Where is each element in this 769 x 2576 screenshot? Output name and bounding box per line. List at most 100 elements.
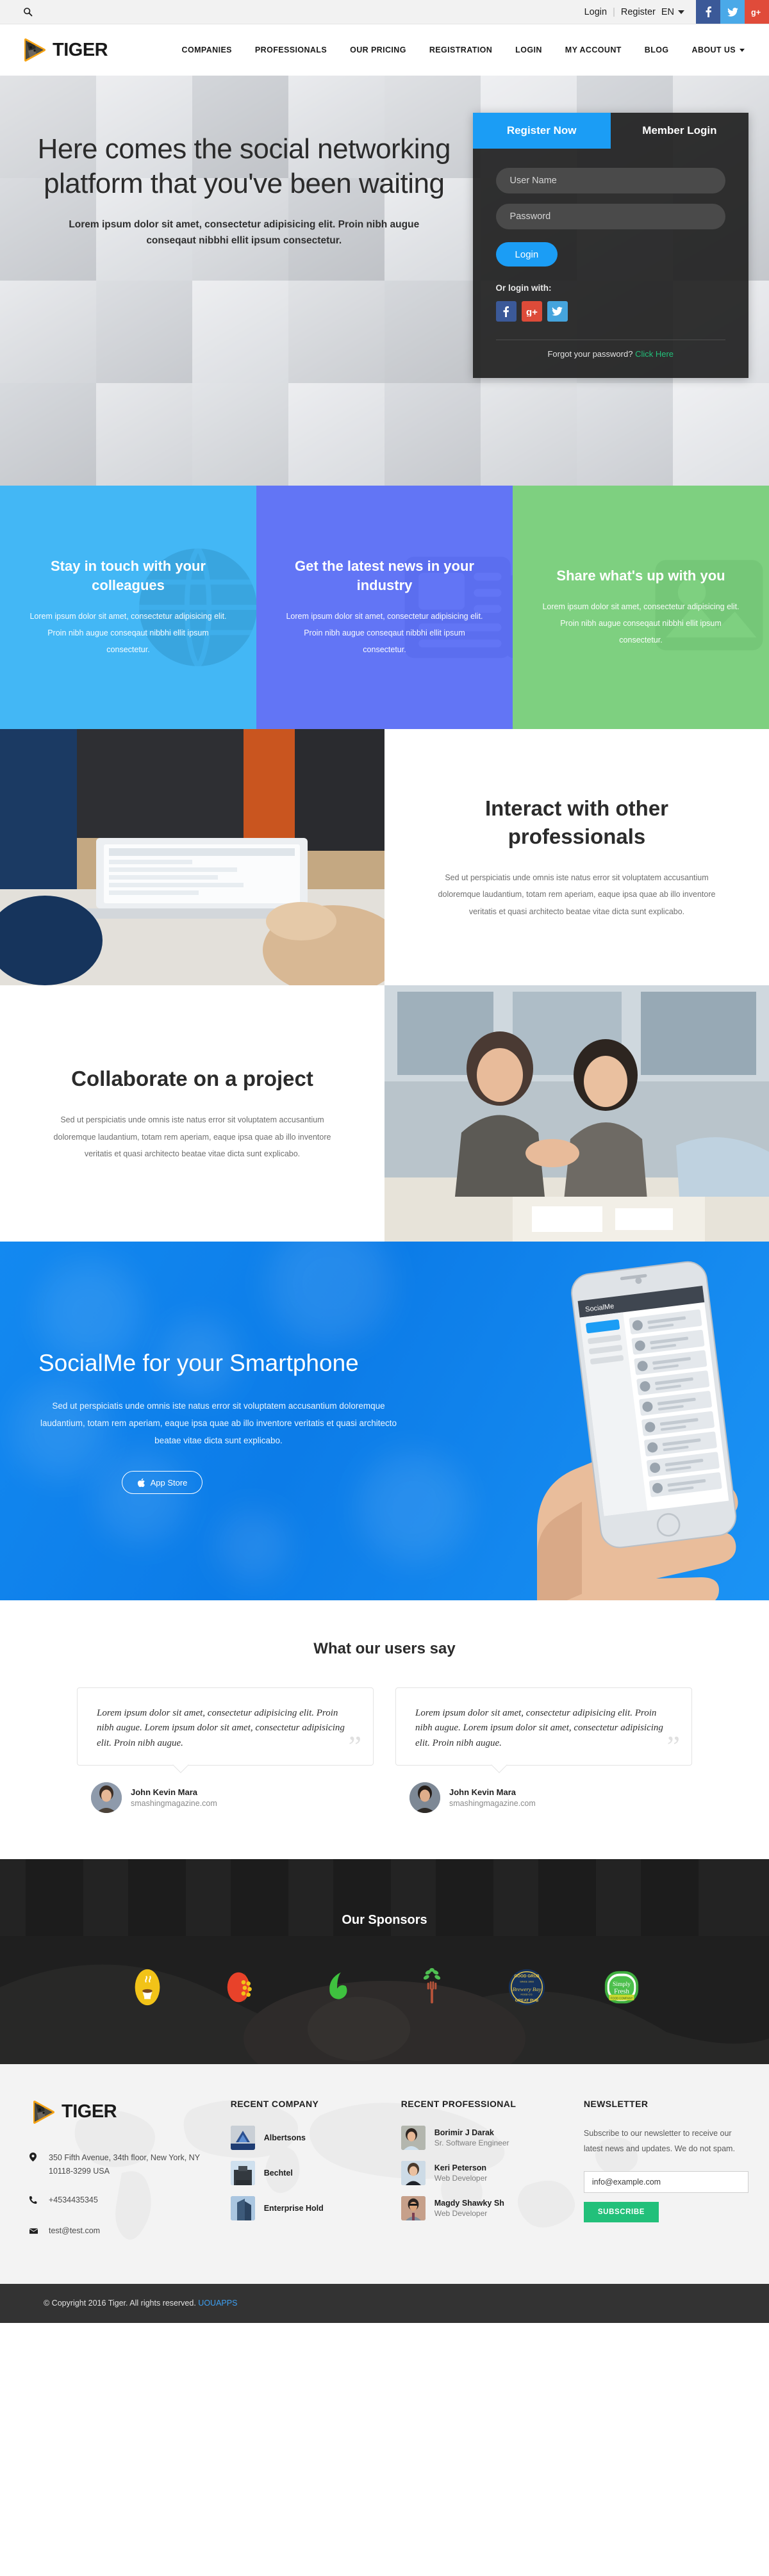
testimonial-card: Lorem ipsum dolor sit amet, consectetur … <box>77 1687 374 1813</box>
register-link[interactable]: Register <box>621 7 656 17</box>
red-honeycomb-logo[interactable] <box>222 1967 262 2007</box>
svg-text:g+: g+ <box>751 8 761 17</box>
testimonial-site: smashingmagazine.com <box>449 1798 536 1808</box>
logo-text: TIGER <box>53 39 108 60</box>
list-item[interactable]: Magdy Shawky Sh Web Developer <box>401 2195 566 2220</box>
newsletter-description: Subscribe to our newsletter to receive o… <box>583 2128 735 2154</box>
hero-section: Here comes the social networking platfor… <box>0 76 769 486</box>
twitter-icon[interactable] <box>720 0 745 24</box>
login-social-buttons: g+ <box>495 301 725 322</box>
sponsors-logo-row: GOOD GRUB SINCE 1993 Brewery Bay FOOD CO… <box>0 1967 769 2007</box>
app-title: SocialMe for your Smartphone <box>38 1349 359 1376</box>
app-body: Sed ut perspiciatis unde omnis iste natu… <box>40 1401 397 1446</box>
testimonial-bubble: Lorem ipsum dolor sit amet, consectetur … <box>77 1687 374 1766</box>
chevron-down-icon <box>678 10 684 14</box>
subscribe-button[interactable]: SUBSCRIBE <box>583 2201 659 2222</box>
simply-fresh-logo[interactable]: Simply Fresh FOOD COMPANY <box>602 1967 641 2007</box>
site-header: TIGER COMPANIES PROFESSIONALS OUR PRICIN… <box>0 24 769 76</box>
phone-icon <box>29 2194 38 2208</box>
login-button[interactable]: Login <box>495 242 558 267</box>
professional-name: Borimir J Darak <box>434 2128 494 2137</box>
uouapps-link[interactable]: UOUAPPS <box>198 2299 237 2308</box>
nav-item-our-pricing[interactable]: OUR PRICING <box>350 45 406 54</box>
testimonials-row: Lorem ipsum dolor sit amet, consectetur … <box>77 1687 692 1813</box>
footer-email-row: test@test.com <box>29 2224 213 2239</box>
footer-column-brand: TIGER 350 Fifth Avenue, 34th floor, New … <box>29 2099 213 2254</box>
facebook-icon[interactable] <box>495 301 517 322</box>
googleplus-icon[interactable]: g+ <box>745 0 769 24</box>
professional-role: Web Developer <box>434 2208 488 2218</box>
tiger-logo-icon <box>29 2099 56 2126</box>
quote-mark-icon: ” <box>348 1729 361 1762</box>
twitter-icon[interactable] <box>547 301 568 322</box>
top-bar-links: Login | Register EN <box>584 0 696 24</box>
split-text-block: Collaborate on a project Sed ut perspici… <box>0 985 384 1242</box>
section-socialme-smartphone: SocialMe for your Smartphone Sed ut pers… <box>0 1242 769 1600</box>
login-link[interactable]: Login <box>584 7 607 17</box>
copyright-bar: © Copyright 2016 Tiger. All rights reser… <box>0 2283 769 2323</box>
list-item[interactable]: Keri Peterson Web Developer <box>401 2160 566 2185</box>
copyright-text-row: © Copyright 2016 Tiger. All rights reser… <box>21 2299 748 2308</box>
tab-member-login[interactable]: Member Login <box>611 113 748 149</box>
password-input[interactable] <box>495 204 725 229</box>
footer-email[interactable]: test@test.com <box>49 2224 100 2239</box>
list-item[interactable]: Enterprise Hold <box>230 2195 383 2220</box>
quote-mark-icon: ” <box>666 1729 680 1762</box>
footer-phone[interactable]: +4534435345 <box>49 2194 98 2208</box>
section-body: Sed ut perspiciatis unde omnis iste natu… <box>438 873 716 916</box>
nav-item-my-account[interactable]: MY ACCOUNT <box>565 45 622 54</box>
nav-item-companies[interactable]: COMPANIES <box>182 45 232 54</box>
testimonial-person: John Kevin Mara smashingmagazine.com <box>395 1782 692 1813</box>
forgot-password-link[interactable]: Click Here <box>635 349 674 359</box>
logo[interactable]: TIGER <box>21 37 108 63</box>
footer-column-recent-professional: RECENT PROFESSIONAL Borimir J Darak Sr. … <box>401 2099 566 2254</box>
app-store-button-label: App Store <box>150 1477 188 1488</box>
footer-logo[interactable]: TIGER <box>29 2099 213 2126</box>
nav-item-professionals[interactable]: PROFESSIONALS <box>255 45 327 54</box>
login-form: Login Or login with: g+ Forgot your pass… <box>473 149 748 378</box>
testimonials-heading: What our users say <box>313 1640 456 1657</box>
language-selector[interactable]: EN <box>661 7 684 17</box>
footer-address: 350 Fifth Avenue, 34th floor, New York, … <box>49 2153 200 2176</box>
feature-panel-latest-news: Get the latest news in your industry Lor… <box>256 486 513 729</box>
panel-title: Stay in touch with your colleagues <box>50 557 206 593</box>
green-leaf-six-logo[interactable] <box>317 1967 357 2007</box>
app-store-button[interactable]: App Store <box>122 1471 203 1495</box>
footer-heading-recent-company: RECENT COMPANY <box>230 2098 319 2109</box>
panel-title: Get the latest news in your industry <box>295 557 474 593</box>
footer-column-recent-company: RECENT COMPANY Albertsons Bechtel Enterp… <box>230 2098 383 2254</box>
list-item[interactable]: Bechtel <box>230 2160 383 2185</box>
fork-plant-logo[interactable] <box>412 1967 452 2007</box>
nav-item-registration[interactable]: REGISTRATION <box>429 45 492 54</box>
footer-column-newsletter: NEWSLETTER Subscribe to our newsletter t… <box>583 2099 749 2254</box>
language-label: EN <box>661 6 674 17</box>
newsletter-email-input[interactable] <box>583 2170 749 2193</box>
coffee-cup-logo[interactable] <box>128 1967 167 2007</box>
laptop-desk-photo <box>0 729 384 985</box>
list-item[interactable]: Albertsons <box>230 2125 383 2150</box>
list-item[interactable]: Borimir J Darak Sr. Software Engineer <box>401 2125 566 2150</box>
handshake-meeting-photo <box>384 985 769 1242</box>
svg-text:Fresh: Fresh <box>614 1988 629 1995</box>
professional-role: Web Developer <box>434 2173 488 2183</box>
section-interact-with-professionals: Interact with other professionals Sed ut… <box>0 729 769 985</box>
nav-item-blog[interactable]: BLOG <box>645 45 669 54</box>
site-footer: TIGER 350 Fifth Avenue, 34th floor, New … <box>0 2063 769 2284</box>
facebook-icon[interactable] <box>696 0 720 24</box>
split-text-block: Interact with other professionals Sed ut… <box>384 729 769 985</box>
username-input[interactable] <box>495 168 725 193</box>
brewery-bay-logo[interactable]: GOOD GRUB SINCE 1993 Brewery Bay FOOD CO… <box>507 1967 547 2007</box>
search-icon[interactable] <box>21 5 35 19</box>
googleplus-icon[interactable]: g+ <box>521 301 542 322</box>
tab-register-now[interactable]: Register Now <box>472 113 611 149</box>
svg-text:g+: g+ <box>526 307 538 316</box>
phone-mockup: SocialMe <box>405 1242 748 1600</box>
hero-copy: Here comes the social networking platfor… <box>21 113 468 378</box>
section-collaborate-on-a-project: Collaborate on a project Sed ut perspici… <box>0 985 769 1242</box>
nav-item-about-us[interactable]: ABOUT US <box>692 45 745 54</box>
svg-text:Simply: Simply <box>613 1981 631 1988</box>
section-body: Sed ut perspiciatis unde omnis iste natu… <box>53 1115 331 1158</box>
feature-panel-share-whats-up: Share what's up with you Lorem ipsum dol… <box>513 486 769 729</box>
svg-text:SINCE 1993: SINCE 1993 <box>520 1980 533 1983</box>
nav-item-login[interactable]: LOGIN <box>515 45 542 54</box>
